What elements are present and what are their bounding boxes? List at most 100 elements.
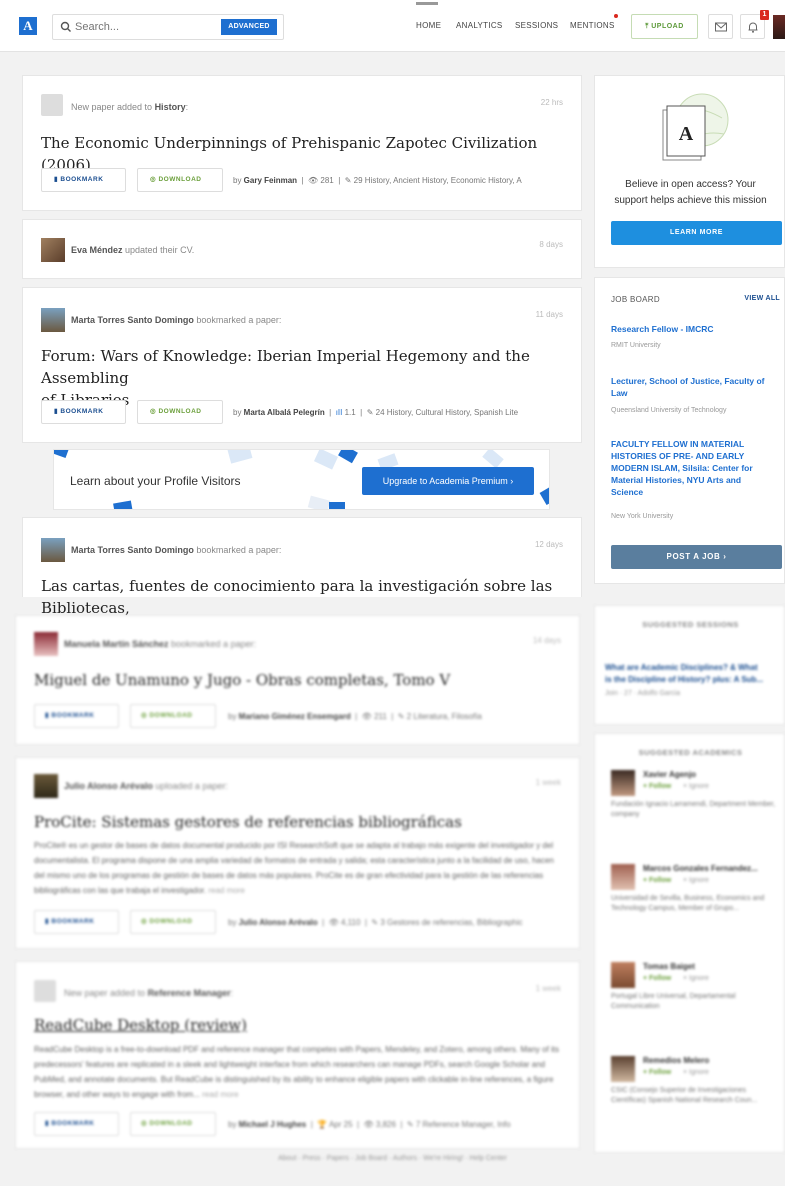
academic-name[interactable]: Remedios Melero xyxy=(643,1056,709,1065)
messages-button[interactable] xyxy=(708,14,733,39)
bell-icon xyxy=(748,22,758,33)
suggested-sessions-panel: SUGGESTED SESSIONS What are Academic Dis… xyxy=(594,605,785,725)
follow-button[interactable]: + Follow xyxy=(643,975,671,982)
nav-mentions[interactable]: MENTIONS xyxy=(570,21,615,30)
author-link[interactable]: Mariano Giménez Ensemgard xyxy=(239,712,351,721)
tag-icon xyxy=(34,980,56,1002)
session-link[interactable]: What are Academic Disciplines? & What is … xyxy=(605,662,775,686)
activity-actor[interactable]: Marta Torres Santo Domingo xyxy=(71,315,194,325)
read-more-link[interactable]: read more xyxy=(202,1090,238,1099)
follow-button[interactable]: + Follow xyxy=(643,877,671,884)
search-input[interactable] xyxy=(75,18,205,36)
activity-actor[interactable]: Reference Manager xyxy=(148,988,231,998)
author-link[interactable]: Marta Albalá Pelegrín xyxy=(244,408,325,417)
bar-chart-icon: ıII xyxy=(335,408,343,417)
activity-actor[interactable]: History xyxy=(155,102,186,112)
nav-analytics[interactable]: ANALYTICS xyxy=(456,21,503,30)
ignore-button[interactable]: × Ignore xyxy=(683,1069,709,1076)
follow-button[interactable]: + Follow xyxy=(643,1069,671,1076)
top-navigation-bar: A ADVANCED HOME ANALYTICS SESSIONS MENTI… xyxy=(0,0,785,52)
paper-title[interactable]: Miguel de Unamuno y Jugo - Obras complet… xyxy=(34,669,450,691)
academic-affiliation: Portugal Libre Universal, Departamental … xyxy=(611,993,736,1010)
feed-card: New paper added to Reference Manager: 1 … xyxy=(15,961,580,1149)
ignore-button[interactable]: × Ignore xyxy=(683,975,709,982)
notification-badge: 1 xyxy=(760,10,769,20)
avatar[interactable] xyxy=(41,238,65,262)
bookmark-button[interactable]: ▮ BOOKMARK xyxy=(34,910,119,934)
avatar[interactable] xyxy=(41,308,65,332)
bookmark-button[interactable]: ▮ BOOKMARK xyxy=(34,704,119,728)
view-all-link[interactable]: VIEW ALL xyxy=(744,295,780,302)
download-button[interactable]: ◎ DOWNLOAD xyxy=(137,168,223,192)
bookmark-icon: ▮ xyxy=(54,408,59,415)
activity-actor[interactable]: Marta Torres Santo Domingo xyxy=(71,545,194,555)
user-avatar[interactable] xyxy=(773,15,785,39)
download-button[interactable]: ◎ DOWNLOAD xyxy=(130,704,216,728)
tag-icon: ✎ xyxy=(397,712,405,721)
paper-meta: by Gary Feinman | 👁 281 | ✎ 29 History, … xyxy=(233,176,522,185)
timestamp: 1 week xyxy=(535,984,561,993)
read-more-link[interactable]: read more xyxy=(208,886,244,895)
academia-logo[interactable]: A xyxy=(19,17,37,35)
paper-title[interactable]: ReadCube Desktop (review) xyxy=(34,1014,247,1036)
academic-name[interactable]: Xavier Agenjo xyxy=(643,770,696,779)
academic-name[interactable]: Marcos Gonzales Fernandez... xyxy=(643,864,758,873)
paper-meta: by Michael J Hughes | 🏆 Apr 25 | 👁 3,826… xyxy=(228,1120,511,1129)
timestamp: 12 days xyxy=(534,540,563,549)
download-button[interactable]: ◎ DOWNLOAD xyxy=(130,1112,216,1136)
suggested-academic: Remedios Melero + Follow × Ignore CSIC (… xyxy=(611,1056,781,1136)
nav-sessions[interactable]: SESSIONS xyxy=(515,21,558,30)
follow-button[interactable]: + Follow xyxy=(643,783,671,790)
activity-actor[interactable]: Manuela Martín Sánchez xyxy=(64,639,169,649)
avatar[interactable] xyxy=(611,864,635,890)
ignore-button[interactable]: × Ignore xyxy=(683,783,709,790)
download-button[interactable]: ◎ DOWNLOAD xyxy=(137,400,223,424)
job-title-link[interactable]: Lecturer, School of Justice, Faculty of L… xyxy=(611,375,781,399)
avatar[interactable] xyxy=(41,538,65,562)
avatar[interactable] xyxy=(611,1056,635,1082)
academic-name[interactable]: Tomas Baiget xyxy=(643,962,695,971)
paper-title[interactable]: ProCite: Sistemas gestores de referencia… xyxy=(34,811,462,833)
eye-icon: 👁 xyxy=(328,918,339,927)
advanced-search-button[interactable]: ADVANCED xyxy=(221,19,277,35)
avatar[interactable] xyxy=(611,770,635,796)
paper-abstract: ProCite® es un gestor de bases de datos … xyxy=(34,841,554,895)
card-activity: New paper added to Reference Manager: xyxy=(64,988,234,998)
bookmark-button[interactable]: ▮ BOOKMARK xyxy=(41,400,126,424)
bookmark-icon: ▮ xyxy=(54,176,59,183)
premium-promo-banner: Learn about your Profile Visitors Upgrad… xyxy=(53,449,550,510)
suggested-academic: Xavier Agenjo + Follow × Ignore Fundació… xyxy=(611,770,781,850)
avatar[interactable] xyxy=(611,962,635,988)
open-access-text: Believe in open access? Your support help… xyxy=(614,179,767,206)
open-access-panel: A Believe in open access? Your support he… xyxy=(594,75,785,268)
upgrade-premium-button[interactable]: Upgrade to Academia Premium › xyxy=(362,467,534,495)
activity-actor[interactable]: Eva Méndez xyxy=(71,245,123,255)
suggested-sessions-title: SUGGESTED SESSIONS xyxy=(642,620,739,629)
bookmark-button[interactable]: ▮ BOOKMARK xyxy=(34,1112,119,1136)
footer-links[interactable]: About · Press · Papers · Job Board · Aut… xyxy=(0,1155,785,1169)
bookmark-icon: ▮ xyxy=(45,1120,50,1127)
job-title-link[interactable]: Research Fellow - IMCRC xyxy=(611,323,781,335)
download-icon: ◎ xyxy=(141,1120,148,1127)
avatar[interactable] xyxy=(34,774,58,798)
download-icon: ◎ xyxy=(141,918,148,925)
ignore-button[interactable]: × Ignore xyxy=(683,877,709,884)
bookmark-button[interactable]: ▮ BOOKMARK xyxy=(41,168,126,192)
job-organization: RMIT University xyxy=(611,342,661,349)
post-job-button[interactable]: POST A JOB › xyxy=(611,545,782,569)
author-link[interactable]: Michael J Hughes xyxy=(239,1120,307,1129)
academic-affiliation: Universidad de Sevilla, Business, Econom… xyxy=(611,895,765,912)
author-link[interactable]: Julio Alonso Arévalo xyxy=(239,918,318,927)
download-button[interactable]: ◎ DOWNLOAD xyxy=(130,910,216,934)
nav-home[interactable]: HOME xyxy=(416,21,441,30)
activity-actor[interactable]: Julio Alonso Arévalo xyxy=(64,781,153,791)
tag-icon xyxy=(41,94,63,116)
job-title-link[interactable]: FACULTY FELLOW IN MATERIAL HISTORIES OF P… xyxy=(611,438,781,498)
author-link[interactable]: Gary Feinman xyxy=(244,176,297,185)
card-activity: Marta Torres Santo Domingo bookmarked a … xyxy=(71,545,282,555)
upload-button[interactable]: ⤒ UPLOAD xyxy=(631,14,698,39)
avatar[interactable] xyxy=(34,632,58,656)
learn-more-button[interactable]: LEARN MORE xyxy=(611,221,782,245)
tag-icon: ✎ xyxy=(406,1120,414,1129)
suggested-academic: Marcos Gonzales Fernandez... + Follow × … xyxy=(611,864,781,944)
